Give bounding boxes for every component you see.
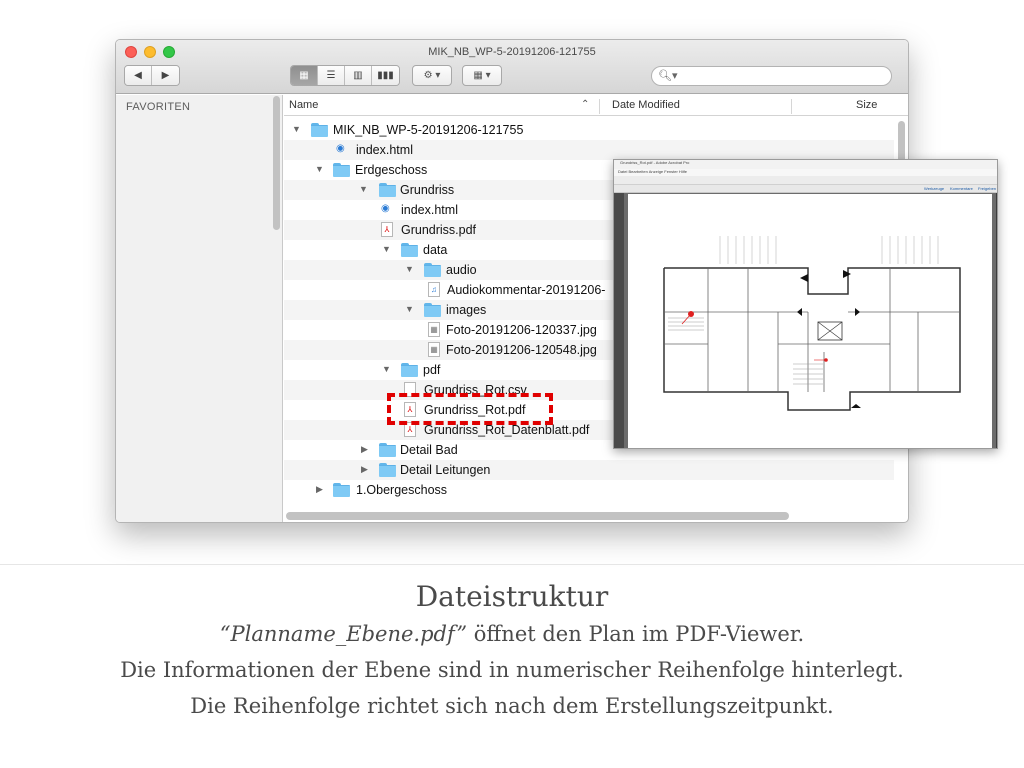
disclosure-open-icon[interactable]: ▼ bbox=[382, 364, 391, 374]
audio-file-icon: ♫ bbox=[428, 281, 440, 297]
file-name: Detail Leitungen bbox=[400, 463, 491, 477]
window-titlebar: MIK_NB_WP-5-20191206-121755 ◀ ▶ ▦ ☰ ▥ ▮▮… bbox=[116, 40, 908, 94]
file-name: Grundriss bbox=[400, 183, 455, 197]
list-item[interactable]: ▶ Detail Leitungen bbox=[284, 460, 894, 480]
window-title: MIK_NB_WP-5-20191206-121755 bbox=[428, 46, 596, 58]
pdf-file-icon: ⅄ bbox=[381, 221, 393, 237]
back-button[interactable]: ◀ bbox=[125, 66, 152, 85]
list-header: Name ⌃ Date Modified Size bbox=[284, 95, 908, 116]
disclosure-closed-icon[interactable]: ▶ bbox=[316, 484, 323, 495]
gear-icon: ⚙ ▾ bbox=[423, 70, 441, 81]
divider bbox=[0, 564, 1024, 565]
arrange-menu-button[interactable]: ▦ ▾ bbox=[462, 65, 502, 86]
column-separator bbox=[791, 99, 792, 114]
viewer-tab-tools[interactable]: Werkzeuge bbox=[924, 186, 944, 191]
viewer-tab-share[interactable]: Freigeben bbox=[978, 186, 996, 191]
floor-plan-page[interactable] bbox=[628, 194, 992, 448]
disclosure-closed-icon[interactable]: ▶ bbox=[361, 464, 368, 475]
viewer-toolbar-tabs: Werkzeuge Kommentare Freigeben bbox=[614, 185, 997, 193]
list-item[interactable]: ▶ 1.Obergeschoss bbox=[284, 480, 894, 500]
image-file-icon: ▦ bbox=[428, 321, 440, 337]
file-name: data bbox=[423, 243, 448, 257]
folder-icon bbox=[379, 441, 396, 457]
html-file-icon: ◉ bbox=[381, 203, 390, 214]
list-item[interactable]: ◉ index.html bbox=[284, 140, 894, 160]
pdf-viewer-window: Grundriss_Rot.pdf - Adobe Acrobat Pro Da… bbox=[613, 159, 998, 449]
viewer-titlebar: Grundriss_Rot.pdf - Adobe Acrobat Pro bbox=[614, 160, 997, 169]
file-name: index.html bbox=[401, 203, 458, 217]
disclosure-open-icon[interactable]: ▼ bbox=[382, 244, 391, 254]
disclosure-open-icon[interactable]: ▼ bbox=[292, 124, 301, 134]
nav-buttons: ◀ ▶ bbox=[124, 65, 180, 86]
caption-title: Dateistruktur bbox=[415, 580, 609, 613]
image-file-icon: ▦ bbox=[428, 341, 440, 357]
folder-icon bbox=[401, 241, 418, 257]
file-name: index.html bbox=[356, 143, 413, 157]
file-name: Foto-20191206-120548.jpg bbox=[446, 343, 597, 357]
file-name: MIK_NB_WP-5-20191206-121755 bbox=[333, 123, 524, 137]
highlight-box bbox=[387, 393, 553, 425]
file-name: Grundriss_Rot_Datenblatt.pdf bbox=[424, 423, 590, 437]
file-name: 1.Obergeschoss bbox=[356, 483, 448, 497]
sidebar-scrollbar[interactable] bbox=[273, 96, 280, 230]
view-mode-segment: ▦ ☰ ▥ ▮▮▮ bbox=[290, 65, 400, 86]
viewer-menubar: Datei Bearbeiten Anzeige Fenster Hilfe bbox=[614, 169, 997, 176]
file-name: images bbox=[446, 303, 487, 317]
file-name: audio bbox=[446, 263, 477, 277]
caption-line-2: Die Informationen der Ebene sind in nume… bbox=[120, 658, 904, 682]
file-name: pdf bbox=[423, 363, 441, 377]
coverflow-view-button[interactable]: ▮▮▮ bbox=[372, 66, 399, 85]
folder-icon bbox=[333, 481, 350, 497]
viewer-left-panel bbox=[614, 193, 624, 448]
slide: MIK_NB_WP-5-20191206-121755 ◀ ▶ ▦ ☰ ▥ ▮▮… bbox=[0, 0, 1024, 768]
caption-line-1-text: öffnet den Plan im PDF-Viewer. bbox=[467, 622, 805, 646]
sort-chevron-icon: ⌃ bbox=[581, 99, 590, 110]
icon-view-button[interactable]: ▦ bbox=[291, 66, 318, 85]
caption-filename: “Planname_Ebene.pdf” bbox=[219, 622, 468, 646]
sidebar: FAVORITEN bbox=[116, 95, 283, 522]
list-item[interactable]: ▼ MIK_NB_WP-5-20191206-121755 bbox=[284, 120, 894, 140]
html-file-icon: ◉ bbox=[336, 143, 345, 154]
disclosure-open-icon[interactable]: ▼ bbox=[405, 264, 414, 274]
floor-plan-drawing bbox=[663, 236, 961, 411]
column-header-size[interactable]: Size bbox=[856, 99, 877, 111]
folder-icon bbox=[379, 461, 396, 477]
search-icon: 🔍︎▾ bbox=[658, 70, 678, 82]
search-field[interactable]: 🔍︎▾ bbox=[651, 66, 892, 86]
sidebar-section-favorites: FAVORITEN bbox=[126, 101, 191, 113]
list-horizontal-scrollbar[interactable] bbox=[286, 512, 789, 520]
folder-icon bbox=[401, 361, 418, 377]
disclosure-open-icon[interactable]: ▼ bbox=[405, 304, 414, 314]
caption-line-1: “Planname_Ebene.pdf” öffnet den Plan im … bbox=[0, 622, 1024, 646]
file-name: Audiokommentar-20191206- bbox=[447, 283, 606, 297]
file-name: Foto-20191206-120337.jpg bbox=[446, 323, 597, 337]
action-menu-button[interactable]: ⚙ ▾ bbox=[412, 65, 452, 86]
folder-icon bbox=[311, 121, 328, 137]
list-view-button[interactable]: ☰ bbox=[318, 66, 345, 85]
file-name: Detail Bad bbox=[400, 443, 458, 457]
forward-button[interactable]: ▶ bbox=[152, 66, 179, 85]
column-header-name[interactable]: Name bbox=[289, 99, 318, 111]
disclosure-open-icon[interactable]: ▼ bbox=[315, 164, 324, 174]
viewer-right-edge bbox=[996, 193, 997, 448]
file-name: Grundriss.pdf bbox=[401, 223, 477, 237]
column-view-button[interactable]: ▥ bbox=[345, 66, 372, 85]
file-name: Erdgeschoss bbox=[355, 163, 428, 177]
caption-line-3: Die Reihenfolge richtet sich nach dem Er… bbox=[190, 694, 834, 718]
grid-icon: ▦ ▾ bbox=[473, 70, 491, 81]
folder-icon bbox=[424, 261, 441, 277]
disclosure-closed-icon[interactable]: ▶ bbox=[361, 444, 368, 455]
folder-icon bbox=[424, 301, 441, 317]
column-separator bbox=[599, 99, 600, 114]
folder-icon bbox=[379, 181, 396, 197]
viewer-tab-comments[interactable]: Kommentare bbox=[950, 186, 973, 191]
disclosure-open-icon[interactable]: ▼ bbox=[359, 184, 368, 194]
viewer-toolbar bbox=[614, 176, 997, 185]
folder-icon bbox=[333, 161, 350, 177]
column-header-date-modified[interactable]: Date Modified bbox=[612, 99, 680, 111]
